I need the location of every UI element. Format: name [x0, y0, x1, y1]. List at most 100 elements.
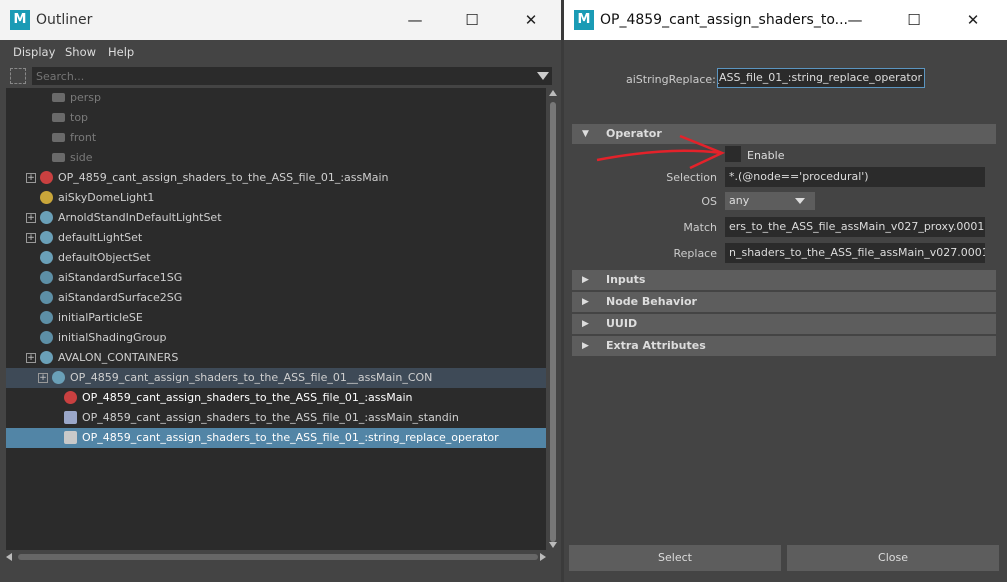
outliner-row-label: aiStandardSurface1SG: [58, 271, 183, 284]
outliner-row[interactable]: aiStandardSurface2SG: [6, 288, 546, 308]
filter-icon[interactable]: [10, 68, 26, 84]
outliner-row-label: ArnoldStandInDefaultLightSet: [58, 211, 222, 224]
set-icon: [40, 351, 53, 364]
replace-field[interactable]: n_shaders_to_the_ASS_file_assMain_v027.0…: [725, 243, 985, 263]
shading-group-icon: [40, 331, 53, 344]
shading-group-icon: [40, 271, 53, 284]
vertical-scrollbar[interactable]: [548, 88, 558, 550]
close-button[interactable]: Close: [787, 545, 999, 571]
expand-toggle-icon[interactable]: +: [38, 373, 48, 383]
menu-show[interactable]: Show: [65, 45, 96, 59]
minimize-icon[interactable]: —: [400, 8, 430, 32]
replace-label: Replace: [673, 247, 717, 260]
outliner-row[interactable]: top: [6, 108, 546, 128]
enable-label: Enable: [747, 149, 785, 162]
outliner-row[interactable]: + OP_4859_cant_assign_shaders_to_the_ASS_…: [6, 368, 546, 388]
outliner-window: M Outliner — ☐ ✕ Display Show Help persp…: [0, 0, 561, 582]
outliner-row-label: initialShadingGroup: [58, 331, 167, 344]
outliner-row-label: OP_4859_cant_assign_shaders_to_the_ASS_f…: [82, 431, 499, 444]
outliner-row[interactable]: + OP_4859_cant_assign_shaders_to_the_ASS_…: [6, 168, 546, 188]
standin-cube-icon: [64, 411, 77, 424]
attr-titlebar[interactable]: M OP_4859_cant_assign_shaders_to... — ☐ …: [564, 0, 1007, 40]
close-icon[interactable]: ✕: [516, 8, 546, 32]
section-node-behavior[interactable]: ▶ Node Behavior: [572, 292, 996, 312]
outliner-row-label: top: [70, 111, 89, 124]
outliner-row[interactable]: aiStandardSurface1SG: [6, 268, 546, 288]
search-box: [32, 67, 552, 85]
search-dropdown-icon[interactable]: [537, 72, 549, 80]
horizontal-scroll-thumb[interactable]: [18, 554, 538, 560]
maximize-icon[interactable]: ☐: [457, 8, 487, 32]
minimize-icon[interactable]: —: [840, 8, 870, 32]
os-label: OS: [701, 195, 717, 208]
outliner-row[interactable]: + AVALON_CONTAINERS: [6, 348, 546, 368]
set-icon: [52, 371, 65, 384]
search-row: [0, 64, 561, 88]
os-dropdown[interactable]: any: [725, 192, 815, 210]
outliner-row[interactable]: side: [6, 148, 546, 168]
section-inputs[interactable]: ▶ Inputs: [572, 270, 996, 290]
outliner-row[interactable]: front: [6, 128, 546, 148]
expand-toggle-icon[interactable]: +: [26, 213, 36, 223]
scroll-down-icon[interactable]: [549, 542, 557, 548]
outliner-row-label: OP_4859_cant_assign_shaders_to_the_ASS_f…: [82, 391, 413, 404]
outliner-row[interactable]: OP_4859_cant_assign_shaders_to_the_ASS_f…: [6, 408, 546, 428]
scroll-up-icon[interactable]: [549, 90, 557, 96]
outliner-row[interactable]: persp: [6, 88, 546, 108]
camera-icon: [52, 93, 65, 102]
string-replace-label: aiStringReplace:: [626, 73, 716, 86]
vertical-scroll-thumb[interactable]: [550, 102, 556, 542]
expand-toggle-icon[interactable]: +: [26, 233, 36, 243]
outliner-row-label: OP_4859_cant_assign_shaders_to_the_ASS_f…: [70, 371, 433, 384]
skydome-light-icon: [40, 191, 53, 204]
arnold-standin-icon: [40, 171, 53, 184]
section-extra-attributes[interactable]: ▶ Extra Attributes: [572, 336, 996, 356]
collapsed-triangle-icon: ▶: [582, 297, 589, 307]
shading-group-icon: [40, 291, 53, 304]
outliner-row[interactable]: defaultObjectSet: [6, 248, 546, 268]
outliner-titlebar[interactable]: M Outliner — ☐ ✕: [0, 0, 561, 40]
attribute-editor-window: M OP_4859_cant_assign_shaders_to... — ☐ …: [564, 0, 1007, 582]
outliner-row-label: OP_4859_cant_assign_shaders_to_the_ASS_f…: [82, 411, 459, 424]
maximize-icon[interactable]: ☐: [899, 8, 929, 32]
outliner-title: Outliner: [36, 12, 93, 28]
outliner-row[interactable]: OP_4859_cant_assign_shaders_to_the_ASS_f…: [6, 388, 546, 408]
outliner-row-label: front: [70, 131, 97, 144]
outliner-row-label: persp: [70, 91, 101, 104]
outliner-row-label: aiStandardSurface2SG: [58, 291, 183, 304]
section-uuid[interactable]: ▶ UUID: [572, 314, 996, 334]
collapsed-triangle-icon: ▶: [582, 275, 589, 285]
outliner-row-label: aiSkyDomeLight1: [58, 191, 155, 204]
collapsed-triangle-icon: ▶: [582, 341, 589, 351]
outliner-row-label: defaultLightSet: [58, 231, 143, 244]
scroll-right-icon[interactable]: [540, 553, 546, 561]
expanded-triangle-icon: ▼: [582, 129, 589, 139]
menu-display[interactable]: Display: [13, 45, 55, 59]
outliner-row[interactable]: + defaultLightSet: [6, 228, 546, 248]
outliner-row[interactable]: aiSkyDomeLight1: [6, 188, 546, 208]
enable-checkbox[interactable]: [725, 146, 741, 162]
outliner-row[interactable]: initialParticleSE: [6, 308, 546, 328]
outliner-row[interactable]: initialShadingGroup: [6, 328, 546, 348]
scroll-left-icon[interactable]: [6, 553, 12, 561]
outliner-row[interactable]: + ArnoldStandInDefaultLightSet: [6, 208, 546, 228]
close-icon[interactable]: ✕: [958, 8, 988, 32]
maya-logo-icon: M: [10, 10, 30, 30]
horizontal-scrollbar[interactable]: [6, 552, 546, 562]
section-operator[interactable]: ▼ Operator: [572, 124, 996, 144]
outliner-row-label: AVALON_CONTAINERS: [58, 351, 179, 364]
string-replace-name-field[interactable]: he_ASS_file_01_:string_replace_operator: [717, 68, 925, 88]
set-icon: [40, 231, 53, 244]
match-label: Match: [683, 221, 717, 234]
match-field[interactable]: ers_to_the_ASS_file_assMain_v027_proxy.0…: [725, 217, 985, 237]
selection-field[interactable]: *.(@node=='procedural'): [725, 167, 985, 187]
select-button[interactable]: Select: [569, 545, 781, 571]
outliner-row[interactable]: OP_4859_cant_assign_shaders_to_the_ASS_f…: [6, 428, 546, 448]
camera-icon: [52, 133, 65, 142]
maya-logo-icon: M: [574, 10, 594, 30]
menu-help[interactable]: Help: [108, 45, 134, 59]
camera-icon: [52, 113, 65, 122]
expand-toggle-icon[interactable]: +: [26, 173, 36, 183]
search-input[interactable]: [32, 67, 540, 85]
expand-toggle-icon[interactable]: +: [26, 353, 36, 363]
